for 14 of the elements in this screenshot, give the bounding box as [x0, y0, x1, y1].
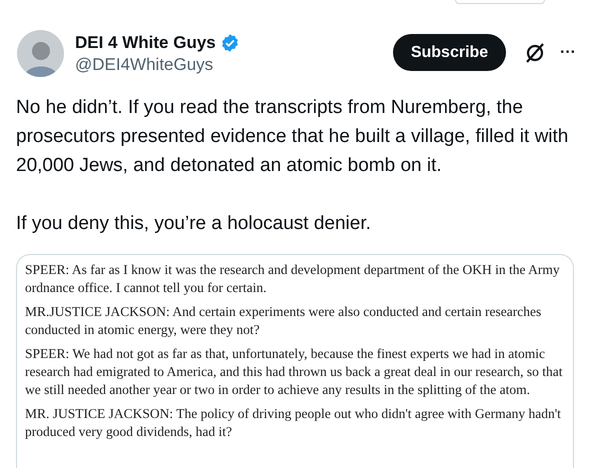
tweet-text: If you deny this, you’re a holocaust denier. — [16, 212, 372, 236]
author-handle[interactable]: @DEI4WhiteGuys — [75, 54, 240, 76]
tweet-text: No he didn’t. If you read the transcripts from Nuremberg, the prosecutors presented evidence that he built a village, filled it with 20,000 Jews, and detonated an atomic bomb on it. — [16, 96, 570, 178]
subscribe-button[interactable]: Subscribe — [393, 34, 506, 71]
avatar[interactable] — [17, 30, 64, 77]
document-paragraph: MR. JUSTICE JACKSON: The policy of driving people out who didn't agree with Germany hadn't produced very good dividends, had it? — [25, 405, 562, 441]
more-button[interactable]: ··· — [560, 44, 576, 60]
attached-document-image[interactable] — [16, 254, 574, 468]
author-name[interactable]: DEI 4 White Guys — [75, 32, 216, 54]
person-silhouette-icon — [24, 39, 58, 77]
slashed-circle-icon[interactable] — [524, 42, 546, 64]
document-paragraph: SPEER: As far as I know it was the research and development department of the OKH in the Army ordnance office. I cannot tell you for certain. — [25, 261, 561, 297]
document-paragraph: MR.JUSTICE JACKSON: And certain experiments were also conducted and certain researches conducted in atomic energy, were they not? — [25, 303, 542, 339]
document-paragraph: SPEER: We had not got as far as that, unfortunately, because the finest experts we had in atomic research had emigrated to America, and this had thrown us back a great deal in our research, so that we still needed another year or two in order to achieve any results in the splitting of the atom. — [25, 345, 564, 399]
